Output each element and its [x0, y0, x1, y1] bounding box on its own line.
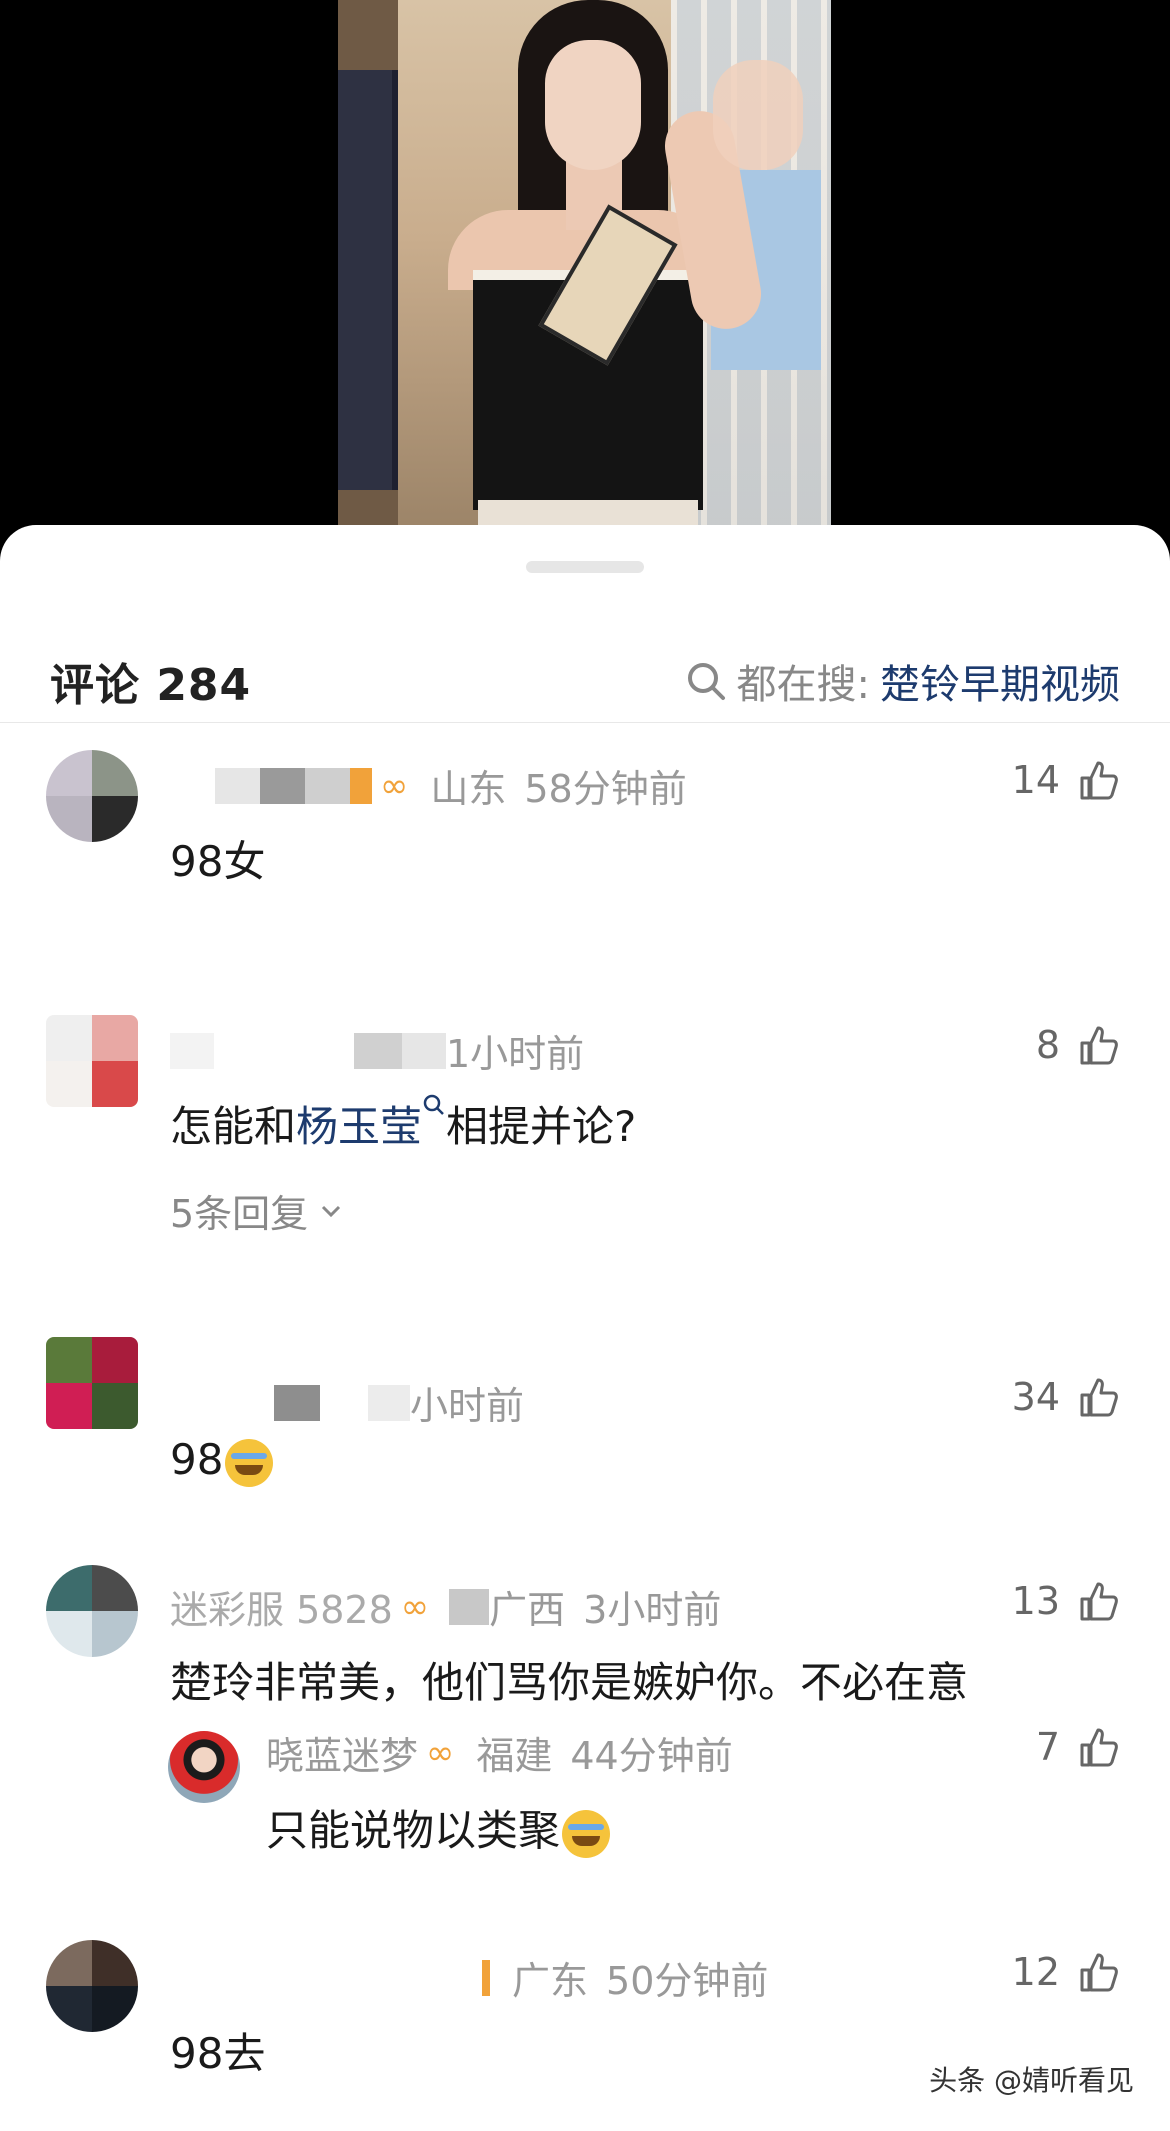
username-blur: [260, 767, 305, 804]
username-blur: [354, 1032, 402, 1069]
video-door: [338, 70, 398, 490]
comment-text-main: 98: [170, 1435, 224, 1484]
comment-time: 50分钟前: [606, 1959, 769, 2003]
thumbs-up-icon: [1080, 1378, 1118, 1417]
comment-text-before: 怎能和: [170, 1102, 297, 1151]
comment-location: 山东: [430, 767, 507, 811]
comment-time: 3小时前: [583, 1588, 722, 1632]
avatar[interactable]: [46, 1015, 138, 1107]
username-hidden[interactable]: [170, 1960, 482, 1996]
comment-time: 1小时前: [446, 1032, 585, 1076]
search-icon: [423, 1094, 444, 1115]
trending-search[interactable]: 都在搜: 楚铃早期视频: [685, 652, 1120, 710]
comment-location: 广东: [512, 1959, 589, 2003]
username-hidden: [214, 1033, 354, 1069]
reply-username[interactable]: 晓蓝迷梦: [266, 1725, 418, 1780]
like-count: 12: [1011, 1950, 1060, 1994]
like-button[interactable]: 12: [1012, 1950, 1120, 1994]
comment-meta: 广东 50分钟前: [170, 1950, 768, 2005]
like-button[interactable]: 13: [1012, 1579, 1120, 1623]
reply-time: 44分钟前: [570, 1734, 733, 1778]
comment-location: 广西: [489, 1588, 566, 1632]
comment-time: 58分钟前: [524, 767, 687, 811]
username-blur: [215, 767, 260, 804]
avatar[interactable]: [46, 1337, 138, 1429]
video-frame[interactable]: [338, 0, 831, 530]
avatar[interactable]: [46, 750, 138, 842]
like-button[interactable]: 34: [1012, 1375, 1120, 1419]
like-button[interactable]: 8: [1036, 1023, 1120, 1067]
comment-username[interactable]: 迷彩服 5828: [170, 1579, 393, 1634]
avatar[interactable]: [46, 1940, 138, 2032]
video-face: [545, 40, 641, 170]
view-replies-button[interactable]: 5条回复: [170, 1183, 344, 1238]
thumbs-up-icon: [1080, 1728, 1118, 1767]
watermark: 头条 @婧听看见: [921, 2055, 1142, 2103]
comment-time: 小时前: [410, 1384, 525, 1428]
thumbs-up-icon: [1080, 1026, 1118, 1065]
reply-text-main: 只能说物以类聚: [266, 1806, 561, 1855]
comment-text: 98女: [170, 837, 266, 886]
video-player[interactable]: [0, 0, 1170, 560]
username-blur[interactable]: [170, 1032, 214, 1069]
video-hand: [713, 60, 803, 170]
reply-avatar[interactable]: [168, 1731, 240, 1803]
thumbs-up-icon: [1080, 1953, 1118, 1992]
thumbs-up-icon: [1080, 761, 1118, 800]
search-term-link[interactable]: 楚铃早期视频: [880, 652, 1120, 710]
comment-header: 评论 284 都在搜: 楚铃早期视频: [0, 625, 1170, 723]
emoji-icon: [225, 1438, 274, 1487]
reply-location: 福建: [476, 1734, 553, 1778]
reply-meta: 晓蓝迷梦 ∞ 福建 44分钟前: [266, 1725, 733, 1780]
search-icon: [685, 660, 727, 702]
username-hidden[interactable]: [170, 768, 215, 804]
like-button[interactable]: 7: [1036, 1725, 1120, 1769]
username-hidden: [320, 1385, 368, 1421]
like-count: 34: [1011, 1375, 1060, 1419]
like-count: 8: [1035, 1023, 1060, 1067]
username-blur: [274, 1384, 320, 1421]
like-count: 13: [1011, 1579, 1060, 1623]
replies-count: 5条回复: [170, 1192, 309, 1236]
username-blur: [368, 1384, 410, 1421]
username-blur: [305, 767, 350, 804]
username-blur: [449, 1588, 490, 1625]
comment-meta: 1小时前: [170, 1023, 584, 1078]
comment-text-after: 相提并论?: [446, 1102, 637, 1151]
like-button[interactable]: 14: [1012, 758, 1120, 802]
username-blur: [482, 1959, 490, 1996]
avatar[interactable]: [46, 1565, 138, 1657]
thumbs-up-icon: [1080, 1582, 1118, 1621]
verified-badge-icon: ∞: [426, 1732, 455, 1773]
like-count: 7: [1035, 1725, 1060, 1769]
comment-meta: 小时前: [170, 1375, 524, 1430]
reply-text: 只能说物以类聚: [266, 1797, 611, 1858]
search-keyword-link[interactable]: 杨玉莹: [296, 1102, 422, 1151]
comment-meta: 迷彩服 5828 ∞ 广西 3小时前: [170, 1579, 721, 1634]
comment-text: 楚玲非常美，他们骂你是嫉妒你。不必在意: [170, 1658, 969, 1707]
comment-text: 98: [170, 1435, 274, 1487]
comment-count-title: 评论 284: [50, 660, 252, 711]
comment-meta: ∞ 山东 58分钟前: [170, 758, 687, 813]
comment-sheet: 评论 284 都在搜: 楚铃早期视频 ∞ 山东 58分钟前 98女 14 1小时…: [0, 525, 1170, 2131]
emoji-icon: [562, 1809, 611, 1858]
username-blur: [350, 767, 372, 804]
comment-text: 怎能和杨玉莹 相提并论?: [170, 1093, 636, 1154]
username-blur: [402, 1032, 446, 1069]
search-prefix: 都在搜:: [736, 662, 870, 708]
verified-badge-icon: ∞: [380, 765, 409, 806]
chevron-down-icon: [322, 1205, 341, 1217]
drag-handle[interactable]: [526, 561, 644, 573]
like-count: 14: [1011, 758, 1060, 802]
username-hidden[interactable]: [170, 1385, 274, 1421]
comment-text: 98去: [170, 2029, 266, 2078]
verified-badge-icon: ∞: [400, 1586, 430, 1627]
